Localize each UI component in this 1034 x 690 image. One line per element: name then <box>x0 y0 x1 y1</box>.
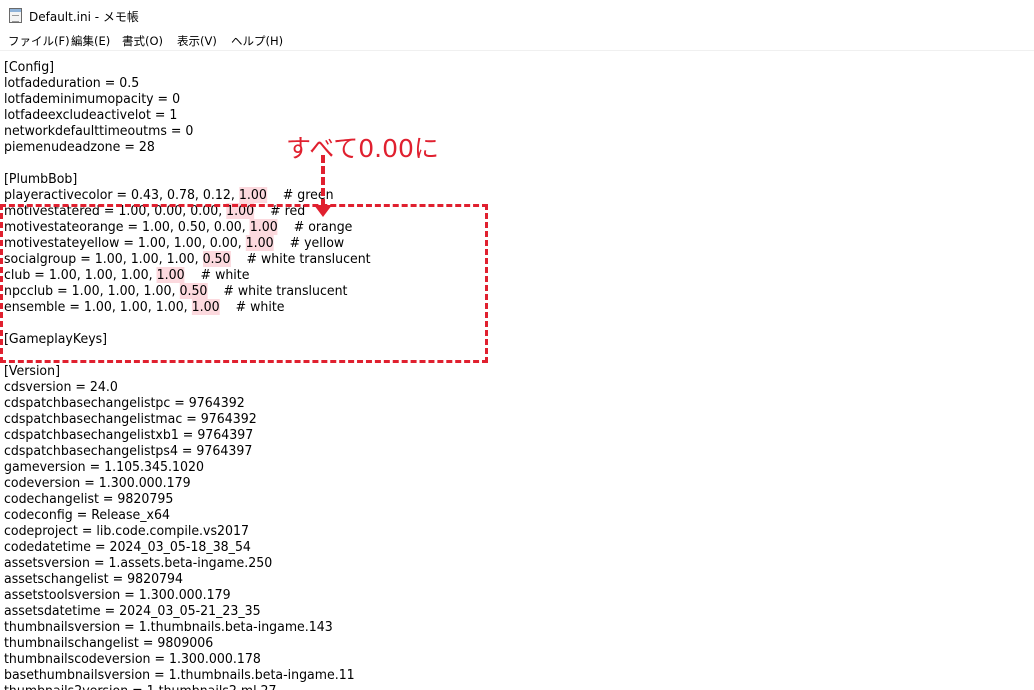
text-line: assetsdatetime = 2024_03_05-21_23_35 <box>4 603 261 619</box>
title-bar: Default.ini - メモ帳 <box>0 0 1034 31</box>
line-text: playeractivecolor = 0.43, 0.78, 0.12, <box>4 187 239 203</box>
text-line: codedatetime = 2024_03_05-18_38_54 <box>4 539 251 555</box>
line-text: [Config] <box>4 59 55 75</box>
menu-file[interactable]: ファイル(F) <box>8 33 70 49</box>
menu-help[interactable]: ヘルプ(H) <box>231 33 283 49</box>
line-text: [PlumbBob] <box>4 171 78 187</box>
highlighted-alpha-value: 1.00 <box>238 187 267 203</box>
text-line: cdspatchbasechangelistmac = 9764392 <box>4 411 257 427</box>
line-text: assetsversion = 1.assets.beta-ingame.250 <box>4 555 273 571</box>
text-line: assetschangelist = 9820794 <box>4 571 183 587</box>
line-text: [Version] <box>4 363 60 379</box>
menu-format[interactable]: 書式(O) <box>122 33 163 49</box>
text-line: thumbnailscodeversion = 1.300.000.178 <box>4 651 261 667</box>
text-line: codeconfig = Release_x64 <box>4 507 170 523</box>
menu-edit[interactable]: 編集(E) <box>71 33 110 49</box>
text-line: thumbnailsversion = 1.thumbnails.beta-in… <box>4 619 333 635</box>
line-text: gameversion = 1.105.345.1020 <box>4 459 204 475</box>
line-text: codeconfig = Release_x64 <box>4 507 170 523</box>
line-text: basethumbnailsversion = 1.thumbnails.bet… <box>4 667 355 683</box>
line-text: cdsversion = 24.0 <box>4 379 118 395</box>
line-text: cdspatchbasechangelistxb1 = 9764397 <box>4 427 254 443</box>
arrow-head-icon <box>314 205 332 217</box>
text-line: thumbnails2version = 1.thumbnails2.ml.27 <box>4 683 277 690</box>
text-line: codechangelist = 9820795 <box>4 491 173 507</box>
text-line: codeversion = 1.300.000.179 <box>4 475 191 491</box>
text-line: assetstoolsversion = 1.300.000.179 <box>4 587 231 603</box>
line-text: cdspatchbasechangelistps4 = 9764397 <box>4 443 253 459</box>
text-line: [Config] <box>4 59 54 75</box>
line-text: thumbnailschangelist = 9809006 <box>4 635 214 651</box>
annotation-text: すべて0.00に <box>286 134 439 163</box>
line-text: assetstoolsversion = 1.300.000.179 <box>4 587 231 603</box>
line-text: codeversion = 1.300.000.179 <box>4 475 191 491</box>
line-text: codedatetime = 2024_03_05-18_38_54 <box>4 539 251 555</box>
highlight-box <box>0 204 488 363</box>
line-text: codeproject = lib.code.compile.vs2017 <box>4 523 249 539</box>
text-line: lotfadeduration = 0.5 <box>4 75 139 91</box>
text-line: networkdefaulttimeoutms = 0 <box>4 123 193 139</box>
text-line: assetsversion = 1.assets.beta-ingame.250 <box>4 555 272 571</box>
text-line: cdspatchbasechangelistpc = 9764392 <box>4 395 245 411</box>
text-line: lotfadeexcludeactivelot = 1 <box>4 107 177 123</box>
text-line: codeproject = lib.code.compile.vs2017 <box>4 523 249 539</box>
line-text: cdspatchbasechangelistmac = 9764392 <box>4 411 257 427</box>
text-line: [Version] <box>4 363 60 379</box>
line-text: networkdefaulttimeoutms = 0 <box>4 123 194 139</box>
line-text: assetschangelist = 9820794 <box>4 571 184 587</box>
text-line: cdspatchbasechangelistps4 = 9764397 <box>4 443 252 459</box>
text-line: thumbnailschangelist = 9809006 <box>4 635 213 651</box>
line-text: lotfadeduration = 0.5 <box>4 75 140 91</box>
line-text: piemenudeadzone = 28 <box>4 139 155 155</box>
line-text: lotfadeexcludeactivelot = 1 <box>4 107 178 123</box>
line-text: cdspatchbasechangelistpc = 9764392 <box>4 395 245 411</box>
line-text: thumbnails2version = 1.thumbnails2.ml.27 <box>4 683 277 690</box>
line-text: lotfademinimumopacity = 0 <box>4 91 181 107</box>
text-line: lotfademinimumopacity = 0 <box>4 91 180 107</box>
text-line: cdsversion = 24.0 <box>4 379 118 395</box>
line-text: codechangelist = 9820795 <box>4 491 174 507</box>
text-line: [PlumbBob] <box>4 171 77 187</box>
line-text: thumbnailsversion = 1.thumbnails.beta-in… <box>4 619 333 635</box>
text-line: playeractivecolor = 0.43, 0.78, 0.12, 1.… <box>4 187 334 203</box>
text-line: gameversion = 1.105.345.1020 <box>4 459 204 475</box>
text-line: piemenudeadzone = 28 <box>4 139 155 155</box>
text-line: basethumbnailsversion = 1.thumbnails.bet… <box>4 667 355 683</box>
line-text: assetsdatetime = 2024_03_05-21_23_35 <box>4 603 261 619</box>
menu-bar: ファイル(F) 編集(E) 書式(O) 表示(V) ヘルプ(H) <box>0 31 1034 51</box>
text-editor[interactable]: thumbnails2version = 1.thumbnails2.ml.27… <box>0 51 1034 690</box>
text-line: cdspatchbasechangelistxb1 = 9764397 <box>4 427 253 443</box>
window-title: Default.ini - メモ帳 <box>29 10 139 24</box>
line-text: thumbnailscodeversion = 1.300.000.178 <box>4 651 261 667</box>
notepad-icon <box>9 8 22 23</box>
menu-view[interactable]: 表示(V) <box>177 33 217 49</box>
